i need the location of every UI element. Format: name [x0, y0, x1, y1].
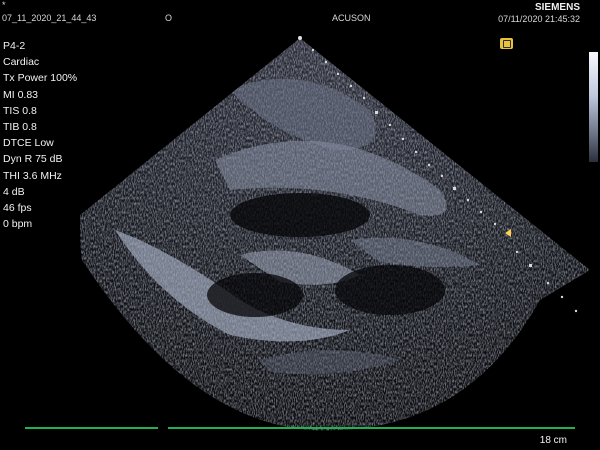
depth-label: 18 cm	[539, 435, 567, 446]
transducer-apex	[298, 36, 302, 40]
ultrasound-image	[80, 36, 590, 431]
timeline-right	[168, 427, 575, 429]
focus-arrow-icon[interactable]	[505, 229, 511, 237]
timeline-left	[25, 427, 158, 429]
ultrasound-sector	[80, 38, 590, 431]
